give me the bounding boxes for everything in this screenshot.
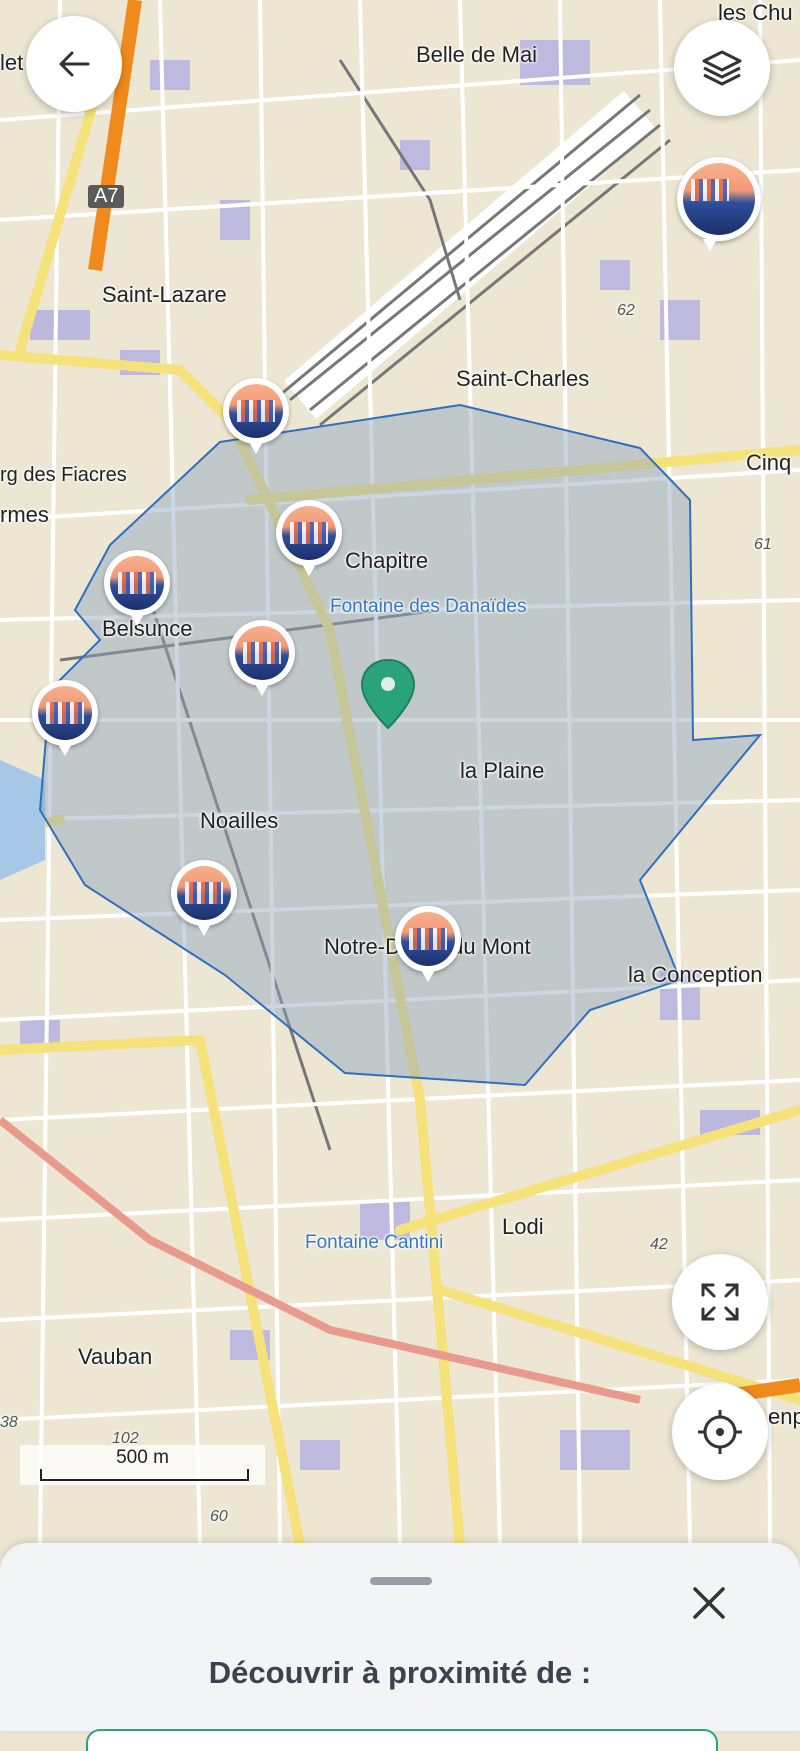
nearby-option-card[interactable] xyxy=(86,1729,718,1751)
layers-button[interactable] xyxy=(674,20,770,116)
location-pin-icon[interactable] xyxy=(360,658,416,730)
map-label-belle-de-mai: Belle de Mai xyxy=(416,42,538,67)
expand-icon xyxy=(701,1283,739,1321)
map-label-fontaine-danaides: Fontaine des Danaïdes xyxy=(330,596,527,617)
map-label-lodi: Lodi xyxy=(502,1214,544,1239)
map-label-la-plaine: la Plaine xyxy=(460,758,545,783)
poi-marker[interactable] xyxy=(229,620,295,696)
map-scale: 500 m xyxy=(20,1445,265,1485)
poi-marker[interactable] xyxy=(395,906,461,982)
scale-bar xyxy=(40,1469,249,1481)
back-button[interactable] xyxy=(26,16,122,112)
bottom-sheet: Découvrir à proximité de : xyxy=(0,1543,800,1751)
fullscreen-button[interactable] xyxy=(672,1254,768,1350)
locate-button[interactable] xyxy=(672,1384,768,1480)
elevation-38: 38 xyxy=(0,1414,18,1431)
close-icon xyxy=(693,1587,725,1619)
elevation-62: 62 xyxy=(617,302,635,319)
sheet-title: Découvrir à proximité de : xyxy=(208,1655,592,1690)
map-label-vauban: Vauban xyxy=(78,1344,153,1369)
map-label-belsunce: Belsunce xyxy=(102,616,193,641)
map-label-la-conception: la Conception xyxy=(628,962,763,987)
poi-marker[interactable] xyxy=(32,680,98,756)
elevation-42: 42 xyxy=(650,1236,668,1253)
poi-marker[interactable] xyxy=(223,378,289,454)
map-label-let: let xyxy=(0,50,24,75)
close-button[interactable] xyxy=(686,1580,732,1626)
scale-label: 500 m xyxy=(116,1447,169,1468)
map-label-noailles: Noailles xyxy=(200,808,279,833)
drag-handle[interactable] xyxy=(370,1577,432,1585)
map-label-saint-charles: Saint-Charles xyxy=(456,366,590,391)
arrow-left-icon xyxy=(59,51,90,77)
crosshair-icon xyxy=(698,1410,742,1454)
map-label-rmes: rmes xyxy=(0,502,49,527)
layers-icon xyxy=(702,50,742,86)
elevation-60: 60 xyxy=(210,1508,228,1525)
map-label-fiacres: rg des Fiacres xyxy=(0,464,127,486)
elevation-61: 61 xyxy=(754,536,772,553)
map-label-chapitre: Chapitre xyxy=(345,548,429,573)
poi-marker[interactable] xyxy=(104,550,170,626)
road-shield-a7: A7 xyxy=(88,185,125,208)
map-label-cinq: Cinq xyxy=(746,450,792,475)
map-label-enp: enp xyxy=(768,1404,800,1429)
poi-marker[interactable] xyxy=(677,157,761,251)
poi-marker[interactable] xyxy=(276,500,342,576)
map-label-saint-lazare: Saint-Lazare xyxy=(102,282,227,307)
map-label-fontaine-cantini: Fontaine Cantini xyxy=(305,1232,444,1253)
poi-marker[interactable] xyxy=(171,860,237,936)
